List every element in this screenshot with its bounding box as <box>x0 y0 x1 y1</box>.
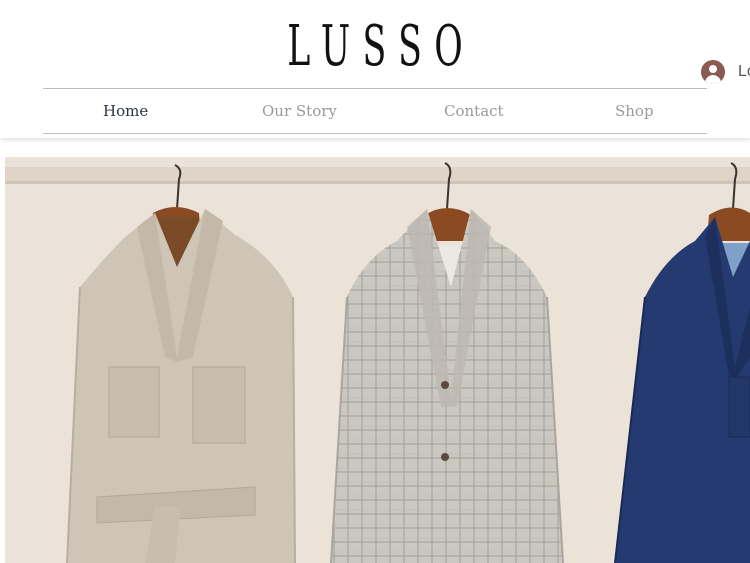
beige-jacket <box>66 164 296 563</box>
main-navigation: Home Our Story Contact Shop <box>43 88 707 134</box>
login-label[interactable]: Log In <box>738 63 750 81</box>
check-jacket <box>330 162 564 563</box>
clothing-rail <box>5 167 750 183</box>
hero-image <box>5 157 750 563</box>
site-header: LUSSO Log In Home Our Story Contact Shop <box>0 0 750 138</box>
login-button[interactable]: Log In <box>701 59 750 85</box>
brand-logo[interactable]: LUSSO <box>143 14 608 80</box>
navy-jacket <box>614 162 750 563</box>
user-avatar-icon[interactable] <box>701 60 725 84</box>
nav-item-contact[interactable]: Contact <box>444 89 504 133</box>
jackets-illustration <box>5 162 750 563</box>
nav-item-home[interactable]: Home <box>103 89 148 133</box>
nav-item-our-story[interactable]: Our Story <box>262 89 337 133</box>
nav-item-shop[interactable]: Shop <box>615 89 654 133</box>
